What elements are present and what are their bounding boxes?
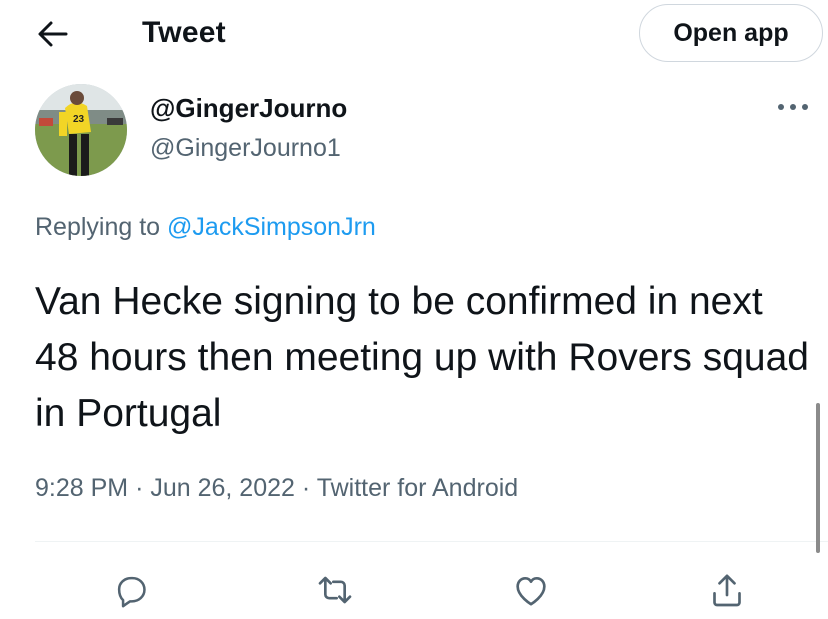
more-icon bbox=[778, 104, 808, 110]
user-handle[interactable]: @GingerJourno1 bbox=[150, 134, 341, 163]
tweet-time[interactable]: 9:28 PM bbox=[35, 474, 128, 502]
retweet-icon bbox=[318, 576, 352, 604]
back-button[interactable] bbox=[30, 14, 74, 54]
share-icon bbox=[713, 574, 741, 607]
retweet-button[interactable] bbox=[311, 566, 359, 614]
like-button[interactable] bbox=[507, 566, 555, 614]
meta-separator: · bbox=[135, 474, 144, 502]
reply-icon bbox=[117, 576, 146, 608]
open-app-button[interactable]: Open app bbox=[639, 4, 823, 62]
back-arrow-icon bbox=[38, 21, 68, 47]
tweet-text: Van Hecke signing to be confirmed in nex… bbox=[35, 280, 809, 435]
more-options-button[interactable] bbox=[770, 92, 816, 122]
meta-separator: · bbox=[301, 474, 311, 502]
replying-to: Replying to @JackSimpsonJrn bbox=[35, 213, 376, 242]
replying-to-label: Replying to bbox=[35, 213, 161, 241]
avatar-photo: 23 bbox=[35, 84, 127, 176]
share-button[interactable] bbox=[703, 566, 751, 614]
avatar[interactable]: 23 bbox=[35, 84, 127, 176]
tweet-metadata: 9:28 PM · Jun 26, 2022 · Twitter for And… bbox=[35, 474, 518, 503]
like-icon bbox=[516, 577, 546, 606]
display-name[interactable]: @GingerJourno bbox=[150, 93, 347, 124]
reply-mention-link[interactable]: @JackSimpsonJrn bbox=[167, 213, 376, 241]
svg-text:23: 23 bbox=[73, 114, 85, 125]
reply-button[interactable] bbox=[107, 566, 155, 614]
scrollbar[interactable] bbox=[816, 403, 820, 553]
action-bar bbox=[0, 560, 828, 619]
tweet-date[interactable]: Jun 26, 2022 bbox=[150, 474, 295, 502]
page-title: Tweet bbox=[142, 16, 226, 49]
top-bar: Tweet Open app bbox=[0, 0, 828, 68]
tweet-source[interactable]: Twitter for Android bbox=[317, 474, 518, 502]
divider bbox=[35, 541, 828, 542]
